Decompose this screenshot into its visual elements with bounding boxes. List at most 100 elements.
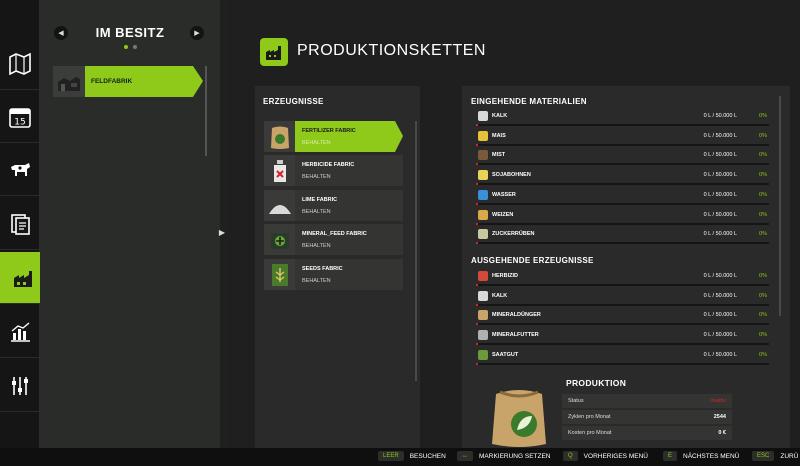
contracts-tab[interactable] bbox=[0, 198, 40, 250]
status-row: Status Inaktiv bbox=[562, 394, 732, 408]
material-amount: 0 L / 50.000 L bbox=[703, 132, 737, 139]
product-state: BEHALTEN bbox=[302, 208, 331, 215]
fill-level-marker bbox=[476, 202, 478, 205]
hint-back[interactable]: ESC ZURÜ bbox=[752, 451, 798, 461]
statistics-tab[interactable] bbox=[0, 306, 40, 358]
product-name: FERTILIZER FABRIC bbox=[302, 127, 356, 134]
material-name: MINERALFUTTER bbox=[492, 332, 539, 339]
material-icon bbox=[478, 170, 488, 181]
material-percent: 0% bbox=[759, 332, 767, 339]
fill-level-bar bbox=[476, 183, 769, 186]
hint-set-marker[interactable]: ↔ MARKIERUNG SETZEN bbox=[457, 451, 551, 461]
fill-level-bar bbox=[476, 143, 769, 146]
incoming-title: EINGEHENDE MATERIALIEN bbox=[471, 97, 587, 106]
status-label: Status bbox=[568, 398, 584, 404]
fill-level-bar bbox=[476, 323, 769, 326]
calendar-tab[interactable]: 15 bbox=[0, 91, 40, 143]
fill-level-bar bbox=[476, 242, 769, 245]
material-percent: 0% bbox=[759, 132, 767, 139]
material-row: KALK 0 L / 50.000 L 0% bbox=[476, 108, 769, 126]
material-name: MINERALDÜNGER bbox=[492, 312, 541, 319]
product-item[interactable]: MINERAL_FEED FABRIC BEHALTEN bbox=[264, 224, 403, 255]
production-title: PRODUKTION bbox=[566, 378, 627, 388]
material-name: HERBIZID bbox=[492, 273, 518, 279]
material-percent: 0% bbox=[759, 312, 767, 319]
fill-level-bar bbox=[476, 222, 769, 225]
material-percent: 0% bbox=[759, 292, 767, 299]
material-percent: 0% bbox=[759, 191, 767, 198]
animals-tab[interactable] bbox=[0, 144, 40, 196]
material-icon bbox=[478, 271, 488, 281]
material-percent: 0% bbox=[759, 172, 767, 179]
fill-level-bar bbox=[476, 362, 769, 365]
material-row: MIST 0 L / 50.000 L 0% bbox=[476, 147, 769, 166]
hint-key: LEER bbox=[378, 451, 404, 461]
material-row: ZUCKERRÜBEN 0 L / 50.000 L 0% bbox=[476, 226, 769, 245]
page-dot bbox=[132, 45, 137, 49]
owned-scrollbar[interactable] bbox=[205, 66, 207, 156]
material-icon bbox=[478, 349, 488, 360]
material-row: MAIS 0 L / 50.000 L 0% bbox=[476, 128, 769, 146]
material-row: WEIZEN 0 L / 50.000 L 0% bbox=[476, 207, 769, 225]
fertilizer-sack-image bbox=[492, 390, 546, 447]
production-icon bbox=[14, 270, 32, 287]
product-name: MINERAL_FEED FABRIC bbox=[302, 230, 367, 237]
material-amount: 0 L / 50.000 L bbox=[703, 231, 737, 238]
hint-key: ↔ bbox=[457, 451, 473, 461]
owned-panel: ◀ IM BESITZ ▶ FELDFABRIK bbox=[40, 0, 220, 448]
fill-level-marker bbox=[476, 222, 478, 225]
material-icon bbox=[478, 209, 488, 220]
material-name: MAIS bbox=[492, 132, 506, 139]
fill-level-marker bbox=[476, 143, 478, 146]
details-scrollbar[interactable] bbox=[779, 96, 781, 316]
product-thumbnail bbox=[264, 121, 295, 152]
outgoing-title: AUSGEHENDE ERZEUGNISSE bbox=[471, 256, 594, 265]
material-icon bbox=[478, 229, 488, 240]
material-row: WASSER 0 L / 50.000 L 0% bbox=[476, 187, 769, 205]
products-scrollbar[interactable] bbox=[415, 121, 417, 381]
product-name: HERBICIDE FABRIC bbox=[302, 161, 355, 168]
lime-pile-icon bbox=[268, 204, 291, 214]
fill-level-marker bbox=[476, 163, 478, 166]
details-panel: EINGEHENDE MATERIALIEN KALK 0 L / 50.000 … bbox=[462, 86, 790, 448]
hint-next-menu[interactable]: E NÄCHSTES MENÜ bbox=[663, 451, 739, 461]
product-thumbnail bbox=[264, 155, 295, 186]
map-tab[interactable] bbox=[0, 38, 40, 90]
next-page-button[interactable]: ▶ bbox=[190, 26, 204, 40]
material-icon bbox=[478, 130, 488, 141]
product-item[interactable]: LIME FABRIC BEHALTEN bbox=[264, 190, 403, 221]
fill-level-bar bbox=[476, 284, 769, 286]
calendar-icon: 15 bbox=[9, 107, 31, 128]
fill-level-marker bbox=[476, 183, 478, 186]
calendar-day: 15 bbox=[14, 117, 25, 127]
product-info: LIME FABRIC BEHALTEN bbox=[295, 190, 403, 221]
hint-label: ZURÜ bbox=[780, 452, 799, 460]
product-item[interactable]: HERBICIDE FABRIC BEHALTEN bbox=[264, 155, 403, 186]
product-item[interactable]: FERTILIZER FABRIC BEHALTEN bbox=[264, 121, 403, 152]
hint-visit[interactable]: LEER BESUCHEN bbox=[378, 451, 446, 461]
products-panel: ERZEUGNISSE FERTILIZER FABRIC BEHALTEN H… bbox=[255, 86, 420, 448]
fill-level-marker bbox=[476, 124, 478, 126]
fill-level-marker bbox=[476, 343, 478, 346]
material-amount: 0 L / 50.000 L bbox=[703, 292, 737, 299]
production-info: PRODUKTION Status Inaktiv Zyklen pro Mon… bbox=[562, 378, 732, 442]
material-amount: 0 L / 50.000 L bbox=[703, 211, 737, 218]
settings-tab[interactable] bbox=[0, 360, 40, 412]
cycles-row: Zyklen pro Monat 2544 bbox=[562, 410, 732, 424]
statistics-icon bbox=[11, 321, 30, 342]
factory-list-item[interactable]: FELDFABRIK bbox=[53, 66, 203, 97]
material-row: SAATGUT 0 L / 50.000 L 0% bbox=[476, 347, 769, 365]
material-name: KALK bbox=[492, 113, 508, 119]
page-title: PRODUKTIONSKETTEN bbox=[297, 42, 486, 59]
collapse-panel-button[interactable]: ▶ bbox=[216, 222, 228, 242]
mineral-feed-icon bbox=[270, 232, 289, 249]
fill-level-marker bbox=[476, 323, 478, 326]
main-menu-rail: 15 bbox=[0, 0, 46, 466]
product-info: SEEDS FABRIC BEHALTEN bbox=[295, 259, 403, 290]
product-item[interactable]: SEEDS FABRIC BEHALTEN bbox=[264, 259, 403, 290]
material-amount: 0 L / 50.000 L bbox=[703, 351, 737, 358]
seeds-bag-icon bbox=[271, 263, 288, 286]
hint-previous-menu[interactable]: Q VORHERIGES MENÜ bbox=[563, 451, 648, 461]
cycles-label: Zyklen pro Monat bbox=[568, 414, 611, 420]
product-state: BEHALTEN bbox=[302, 277, 331, 284]
